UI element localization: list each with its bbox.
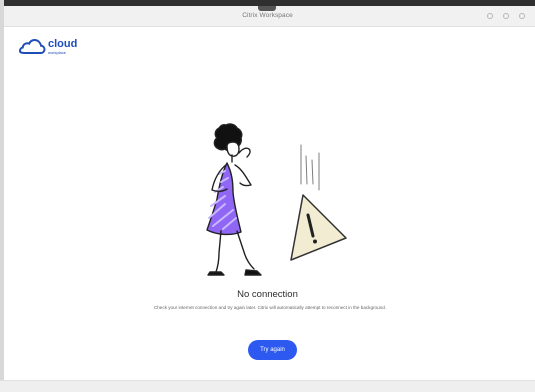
right-arm xyxy=(234,164,252,187)
bottom-bar xyxy=(0,380,535,392)
cloud-icon xyxy=(19,38,46,54)
minimize-button[interactable] xyxy=(487,13,493,19)
maximize-button[interactable] xyxy=(503,13,509,19)
right-shoe xyxy=(244,269,262,276)
brand-logo: cloud workplace xyxy=(19,38,88,56)
hand-to-face xyxy=(238,147,251,158)
motion-line-3 xyxy=(311,159,314,185)
brand-text: cloud workplace xyxy=(48,38,88,56)
connection-message: Check your internet connection and try a… xyxy=(153,305,387,310)
motion-line-2 xyxy=(305,155,308,185)
left-shoe xyxy=(207,271,225,276)
dress xyxy=(206,162,242,236)
woman-warning-illustration xyxy=(206,123,347,276)
window-left-edge xyxy=(0,0,4,392)
title-notch xyxy=(258,6,276,11)
motion-lines xyxy=(300,144,320,191)
close-button[interactable] xyxy=(519,13,525,19)
window-controls xyxy=(487,13,525,19)
try-again-button[interactable]: Try again xyxy=(248,340,297,360)
title-bar[interactable]: Citrix Workspace xyxy=(0,0,535,27)
brand-subtitle: workplace xyxy=(48,50,67,55)
face xyxy=(226,141,240,157)
left-leg xyxy=(215,230,222,273)
app-window: Citrix Workspace cloud workplace No conn… xyxy=(0,0,535,392)
brand-name: cloud xyxy=(48,38,78,50)
connection-headline: No connection xyxy=(237,289,298,300)
right-leg xyxy=(236,230,255,270)
warning-triangle xyxy=(290,194,347,261)
window-title: Citrix Workspace xyxy=(242,12,293,19)
warning-dot xyxy=(313,239,317,244)
woman-figure xyxy=(206,123,262,276)
